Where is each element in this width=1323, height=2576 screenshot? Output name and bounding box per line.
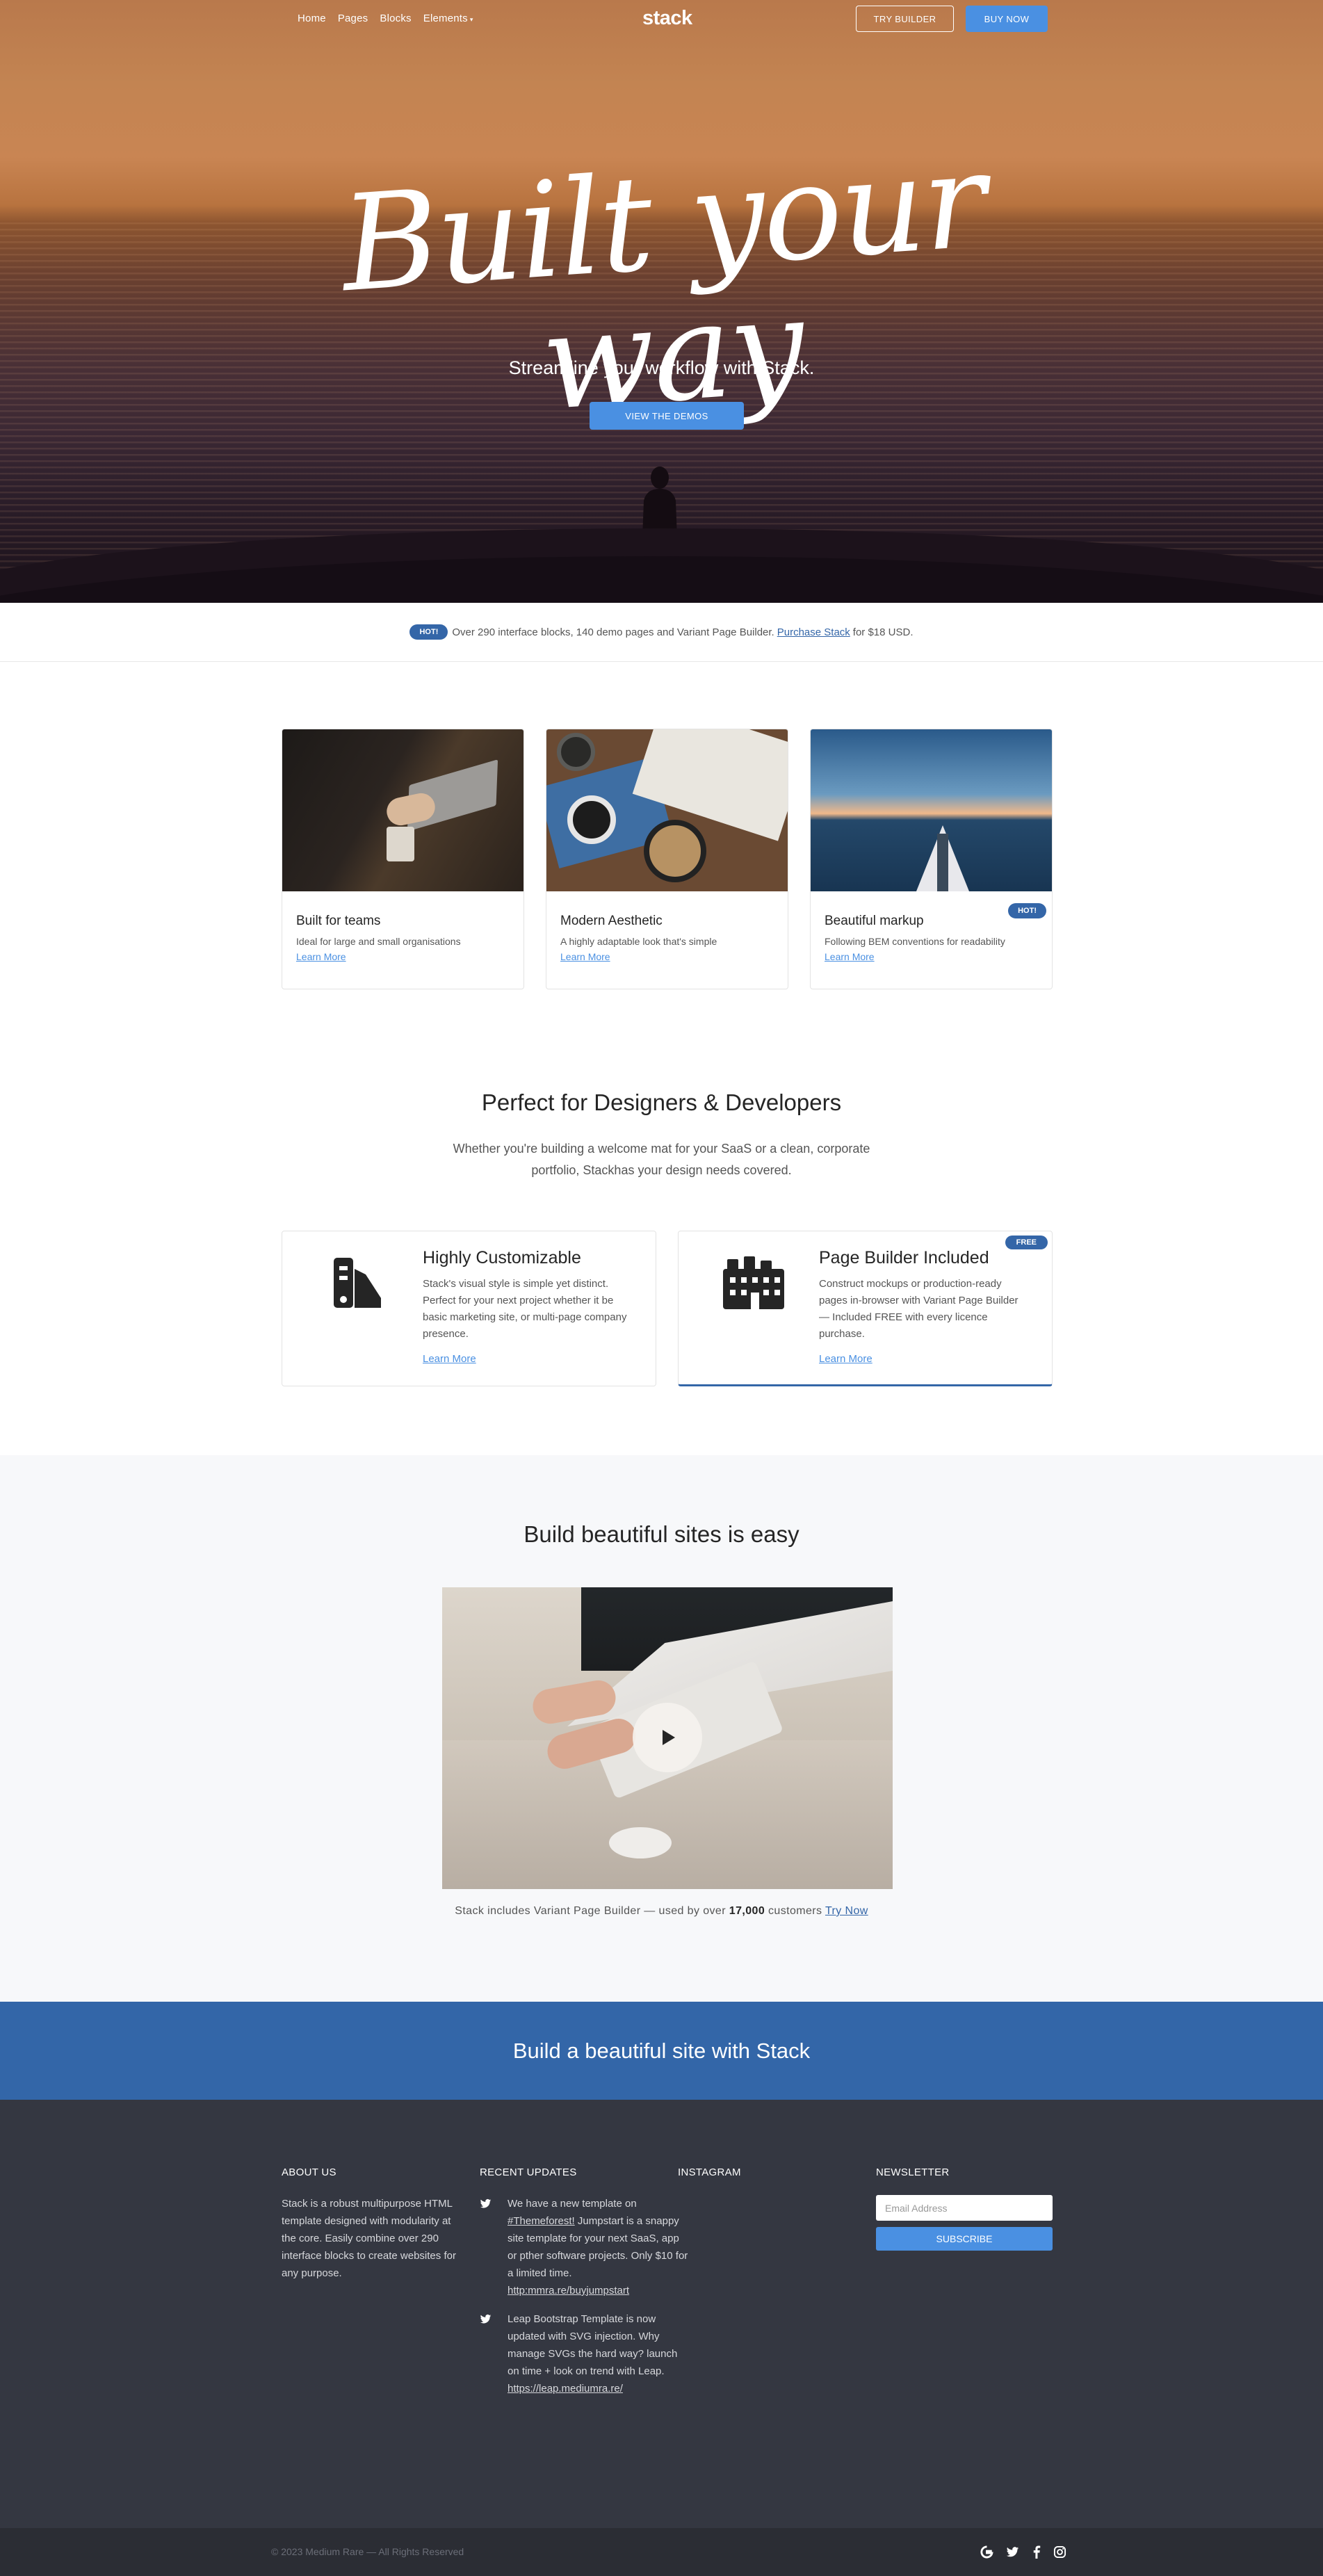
designers-line-2: portfolio, Stackhas your design needs co… [531, 1163, 792, 1177]
nav-elements[interactable]: Elements ▾ [423, 13, 473, 24]
cta-band-text: Build a beautiful site with Stack [512, 2038, 811, 2063]
learn-more-link[interactable]: Learn More [560, 951, 610, 962]
newsletter-title: NEWSLETTER [876, 2166, 950, 2178]
card-title: Beautiful markup [825, 914, 924, 928]
page: Home Pages Blocks Elements ▾ stack TRY BU… [0, 0, 1323, 2576]
caption-count: 17,000 [729, 1905, 765, 1917]
notice-bar: HOT! Over 290 interface blocks, 140 demo… [0, 603, 1323, 662]
top-nav: Home Pages Blocks Elements ▾ stack TRY BU… [0, 0, 1323, 39]
footer-about: ABOUT US Stack is a robust multipurpose … [282, 2166, 462, 2282]
play-icon [663, 1730, 675, 1745]
view-demos-button[interactable]: VIEW THE DEMOS [590, 402, 744, 430]
nav-elements-label: Elements [423, 13, 468, 24]
twitter-icon [480, 2199, 492, 2208]
designers-line-1: Whether you're building a welcome mat fo… [453, 1142, 870, 1156]
caption-customers: customers [768, 1905, 822, 1917]
updates-title: RECENT UPDATES [480, 2166, 577, 2178]
feature-text: Construct mockups or production-ready pa… [819, 1278, 1018, 1340]
footer-updates: RECENT UPDATES We have a new template on… [480, 2166, 688, 2408]
caption-text: Stack includes Variant Page Builder — us… [455, 1905, 726, 1917]
feature-title: Page Builder Included [819, 1248, 989, 1267]
card-image-kayak [811, 729, 1052, 891]
buy-now-button[interactable]: BUY NOW [966, 6, 1048, 32]
feature-page-builder: FREE Page Builder Included Construct moc… [678, 1231, 1053, 1386]
card-markup[interactable]: HOT! Beautiful markup Following BEM conv… [810, 729, 1053, 989]
card-title: Built for teams [296, 914, 381, 928]
learn-more-link[interactable]: Learn More [825, 951, 875, 962]
card-aesthetic[interactable]: Modern Aesthetic A highly adaptable look… [546, 729, 788, 989]
about-text: Stack is a robust multipurpose HTML temp… [282, 2198, 456, 2279]
hero-title: Built your way [336, 123, 989, 440]
notice-price: for $18 USD. [852, 626, 914, 638]
hero-subtitle: Streamline your workflow with Stack. [508, 357, 815, 378]
logo[interactable]: stack [642, 7, 692, 30]
video-section-title: Build beautiful sites is easy [523, 1521, 800, 1547]
tweet-item: Leap Bootstrap Template is now updated w… [480, 2310, 688, 2397]
footer-newsletter: NEWSLETTER Email Address SUBSCRIBE [876, 2166, 1057, 2251]
learn-more-link[interactable]: Learn More [423, 1353, 476, 1365]
nav-links: Home Pages Blocks Elements ▾ [298, 13, 473, 24]
about-title: ABOUT US [282, 2166, 336, 2178]
free-badge: FREE [1005, 1236, 1048, 1249]
card-text: Ideal for large and small organisations [296, 936, 461, 947]
footer: ABOUT US Stack is a robust multipurpose … [0, 2100, 1323, 2528]
card-text: Following BEM conventions for readabilit… [825, 936, 1005, 947]
twitter-icon[interactable] [1006, 2545, 1019, 2559]
nav-home[interactable]: Home [298, 13, 326, 24]
twitter-icon [480, 2315, 492, 2324]
learn-more-link[interactable]: Learn More [296, 951, 346, 962]
notice-text: Over 290 interface blocks, 140 demo page… [452, 626, 774, 638]
learn-more-link[interactable]: Learn More [819, 1353, 872, 1365]
cta-band: Build a beautiful site with Stack [0, 2002, 1323, 2100]
tweet-item: We have a new template on #Themeforest! … [480, 2195, 688, 2299]
instagram-icon[interactable] [1053, 2545, 1066, 2559]
hot-badge: HOT! [409, 624, 448, 640]
try-builder-button[interactable]: TRY BUILDER [856, 6, 954, 32]
card-teams[interactable]: Built for teams Ideal for large and smal… [282, 729, 524, 989]
card-row: Built for teams Ideal for large and smal… [282, 729, 1053, 989]
tweet-body: Leap Bootstrap Template is now updated w… [508, 2313, 678, 2377]
card-image-laptop [282, 729, 523, 891]
card-image-coffee [546, 729, 788, 891]
feature-title: Highly Customizable [423, 1248, 581, 1267]
feature-text: Stack's visual style is simple yet disti… [423, 1278, 627, 1340]
subscribe-button[interactable]: SUBSCRIBE [876, 2227, 1053, 2251]
try-now-link[interactable]: Try Now [825, 1905, 868, 1917]
video-caption: Stack includes Variant Page Builder — us… [0, 1905, 1323, 1918]
swatches-icon [334, 1258, 381, 1308]
email-field[interactable]: Email Address [876, 2195, 1053, 2221]
instagram-title: INSTAGRAM [678, 2166, 741, 2178]
mouse [609, 1827, 672, 1858]
tweet-link[interactable]: https://leap.mediumra.re/ [508, 2383, 623, 2395]
feature-customizable: Highly Customizable Stack's visual style… [282, 1231, 656, 1386]
card-title: Modern Aesthetic [560, 914, 663, 928]
tweet-text: We have a new template on [508, 2198, 637, 2210]
google-icon[interactable] [980, 2545, 993, 2559]
bottom-bar: © 2023 Medium Rare — All Rights Reserved [0, 2528, 1323, 2576]
nav-blocks[interactable]: Blocks [380, 13, 411, 24]
card-text: A highly adaptable look that's simple [560, 936, 717, 947]
designers-title: Perfect for Designers & Developers [481, 1089, 842, 1115]
nav-pages[interactable]: Pages [338, 13, 368, 24]
facebook-icon[interactable] [1030, 2545, 1044, 2559]
play-button[interactable] [633, 1703, 702, 1772]
buildings-icon [723, 1256, 784, 1309]
purchase-stack-link[interactable]: Purchase Stack [777, 626, 850, 638]
hero-section: Home Pages Blocks Elements ▾ stack TRY BU… [0, 0, 1323, 603]
video-player[interactable] [442, 1587, 893, 1889]
hot-badge: HOT! [1008, 903, 1046, 918]
tweet-hashtag[interactable]: #Themeforest! [508, 2215, 575, 2227]
footer-instagram: INSTAGRAM [678, 2166, 859, 2195]
swimmer-silhouette [642, 467, 677, 539]
copyright: © 2023 Medium Rare — All Rights Reserved [271, 2546, 464, 2557]
tweet-link[interactable]: http:mmra.re/buyjumpstart [508, 2285, 629, 2296]
chevron-down-icon: ▾ [469, 16, 473, 23]
